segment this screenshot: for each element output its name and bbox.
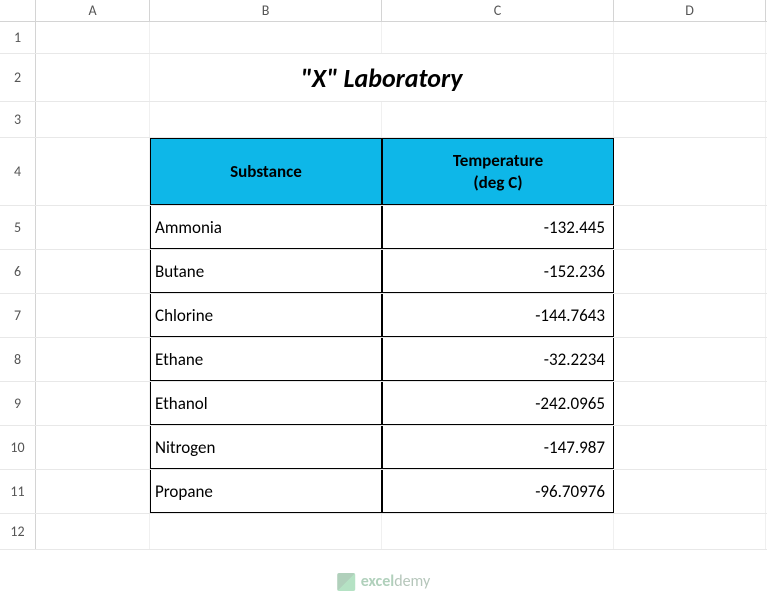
row-header-12[interactable]: 12 (0, 514, 36, 549)
table-header-temperature[interactable]: Temperature (deg C) (382, 138, 614, 205)
cell-d11[interactable] (614, 470, 766, 513)
row-10: 10 Nitrogen-147.987 (0, 426, 767, 470)
col-header-a[interactable]: A (36, 0, 150, 21)
row-12: 12 (0, 514, 767, 550)
cell-a4[interactable] (36, 138, 150, 205)
row-header-1[interactable]: 1 (0, 22, 36, 53)
cell-c3[interactable] (382, 102, 614, 137)
cell-a6[interactable] (36, 250, 150, 293)
row-11: 11 Propane-96.70976 (0, 470, 767, 514)
cell-substance[interactable]: Propane (150, 470, 382, 513)
cell-b3[interactable] (150, 102, 382, 137)
cell-d2[interactable] (614, 54, 766, 101)
spreadsheet: A B C D 1 2 "X" Laboratory 3 4 Substance… (0, 0, 767, 609)
row-9: 9 Ethanol-242.0965 (0, 382, 767, 426)
cell-substance[interactable]: Ammonia (150, 206, 382, 249)
row-3: 3 (0, 102, 767, 138)
watermark-text: exceldemy (361, 572, 431, 591)
cell-substance[interactable]: Ethane (150, 338, 382, 381)
cell-temperature[interactable]: -96.70976 (382, 470, 614, 513)
page-title[interactable]: "X" Laboratory (150, 54, 614, 101)
cell-d9[interactable] (614, 382, 766, 425)
cell-a10[interactable] (36, 426, 150, 469)
row-header-9[interactable]: 9 (0, 382, 36, 425)
row-8: 8 Ethane-32.2234 (0, 338, 767, 382)
row-header-10[interactable]: 10 (0, 426, 36, 469)
exceldemy-logo-icon (337, 573, 355, 591)
cell-d6[interactable] (614, 250, 766, 293)
cell-substance[interactable]: Chlorine (150, 294, 382, 337)
row-header-6[interactable]: 6 (0, 250, 36, 293)
cell-d4[interactable] (614, 138, 766, 205)
cell-temperature[interactable]: -144.7643 (382, 294, 614, 337)
cell-d8[interactable] (614, 338, 766, 381)
column-header-row: A B C D (0, 0, 767, 22)
col-header-d[interactable]: D (614, 0, 766, 21)
row-header-3[interactable]: 3 (0, 102, 36, 137)
cell-temperature[interactable]: -32.2234 (382, 338, 614, 381)
cell-substance[interactable]: Butane (150, 250, 382, 293)
row-7: 7 Chlorine-144.7643 (0, 294, 767, 338)
cell-substance[interactable]: Nitrogen (150, 426, 382, 469)
watermark: exceldemy (337, 572, 431, 591)
cell-d1[interactable] (614, 22, 766, 53)
col-header-b[interactable]: B (150, 0, 382, 21)
cell-d5[interactable] (614, 206, 766, 249)
cell-d3[interactable] (614, 102, 766, 137)
row-4: 4 Substance Temperature (deg C) (0, 138, 767, 206)
cell-b1[interactable] (150, 22, 382, 53)
cell-d10[interactable] (614, 426, 766, 469)
cell-temperature[interactable]: -147.987 (382, 426, 614, 469)
cell-d7[interactable] (614, 294, 766, 337)
cell-a2[interactable] (36, 54, 150, 101)
cell-a3[interactable] (36, 102, 150, 137)
cell-a9[interactable] (36, 382, 150, 425)
cell-a12[interactable] (36, 514, 150, 549)
cell-temperature[interactable]: -152.236 (382, 250, 614, 293)
row-5: 5 Ammonia-132.445 (0, 206, 767, 250)
cell-a7[interactable] (36, 294, 150, 337)
row-6: 6 Butane-152.236 (0, 250, 767, 294)
select-all-corner[interactable] (0, 0, 36, 21)
row-1: 1 (0, 22, 767, 54)
cell-a1[interactable] (36, 22, 150, 53)
table-header-substance[interactable]: Substance (150, 138, 382, 205)
cell-temperature[interactable]: -132.445 (382, 206, 614, 249)
row-header-4[interactable]: 4 (0, 138, 36, 205)
cell-temperature[interactable]: -242.0965 (382, 382, 614, 425)
table-header-temperature-label: Temperature (deg C) (453, 150, 543, 193)
cell-c12[interactable] (382, 514, 614, 549)
col-header-c[interactable]: C (382, 0, 614, 21)
cell-substance[interactable]: Ethanol (150, 382, 382, 425)
row-header-8[interactable]: 8 (0, 338, 36, 381)
cell-c1[interactable] (382, 22, 614, 53)
row-header-7[interactable]: 7 (0, 294, 36, 337)
cell-a11[interactable] (36, 470, 150, 513)
cell-b12[interactable] (150, 514, 382, 549)
row-2: 2 "X" Laboratory (0, 54, 767, 102)
table-header-substance-label: Substance (230, 161, 302, 182)
row-header-5[interactable]: 5 (0, 206, 36, 249)
row-header-11[interactable]: 11 (0, 470, 36, 513)
cell-d12[interactable] (614, 514, 766, 549)
cell-a5[interactable] (36, 206, 150, 249)
cell-a8[interactable] (36, 338, 150, 381)
row-header-2[interactable]: 2 (0, 54, 36, 101)
